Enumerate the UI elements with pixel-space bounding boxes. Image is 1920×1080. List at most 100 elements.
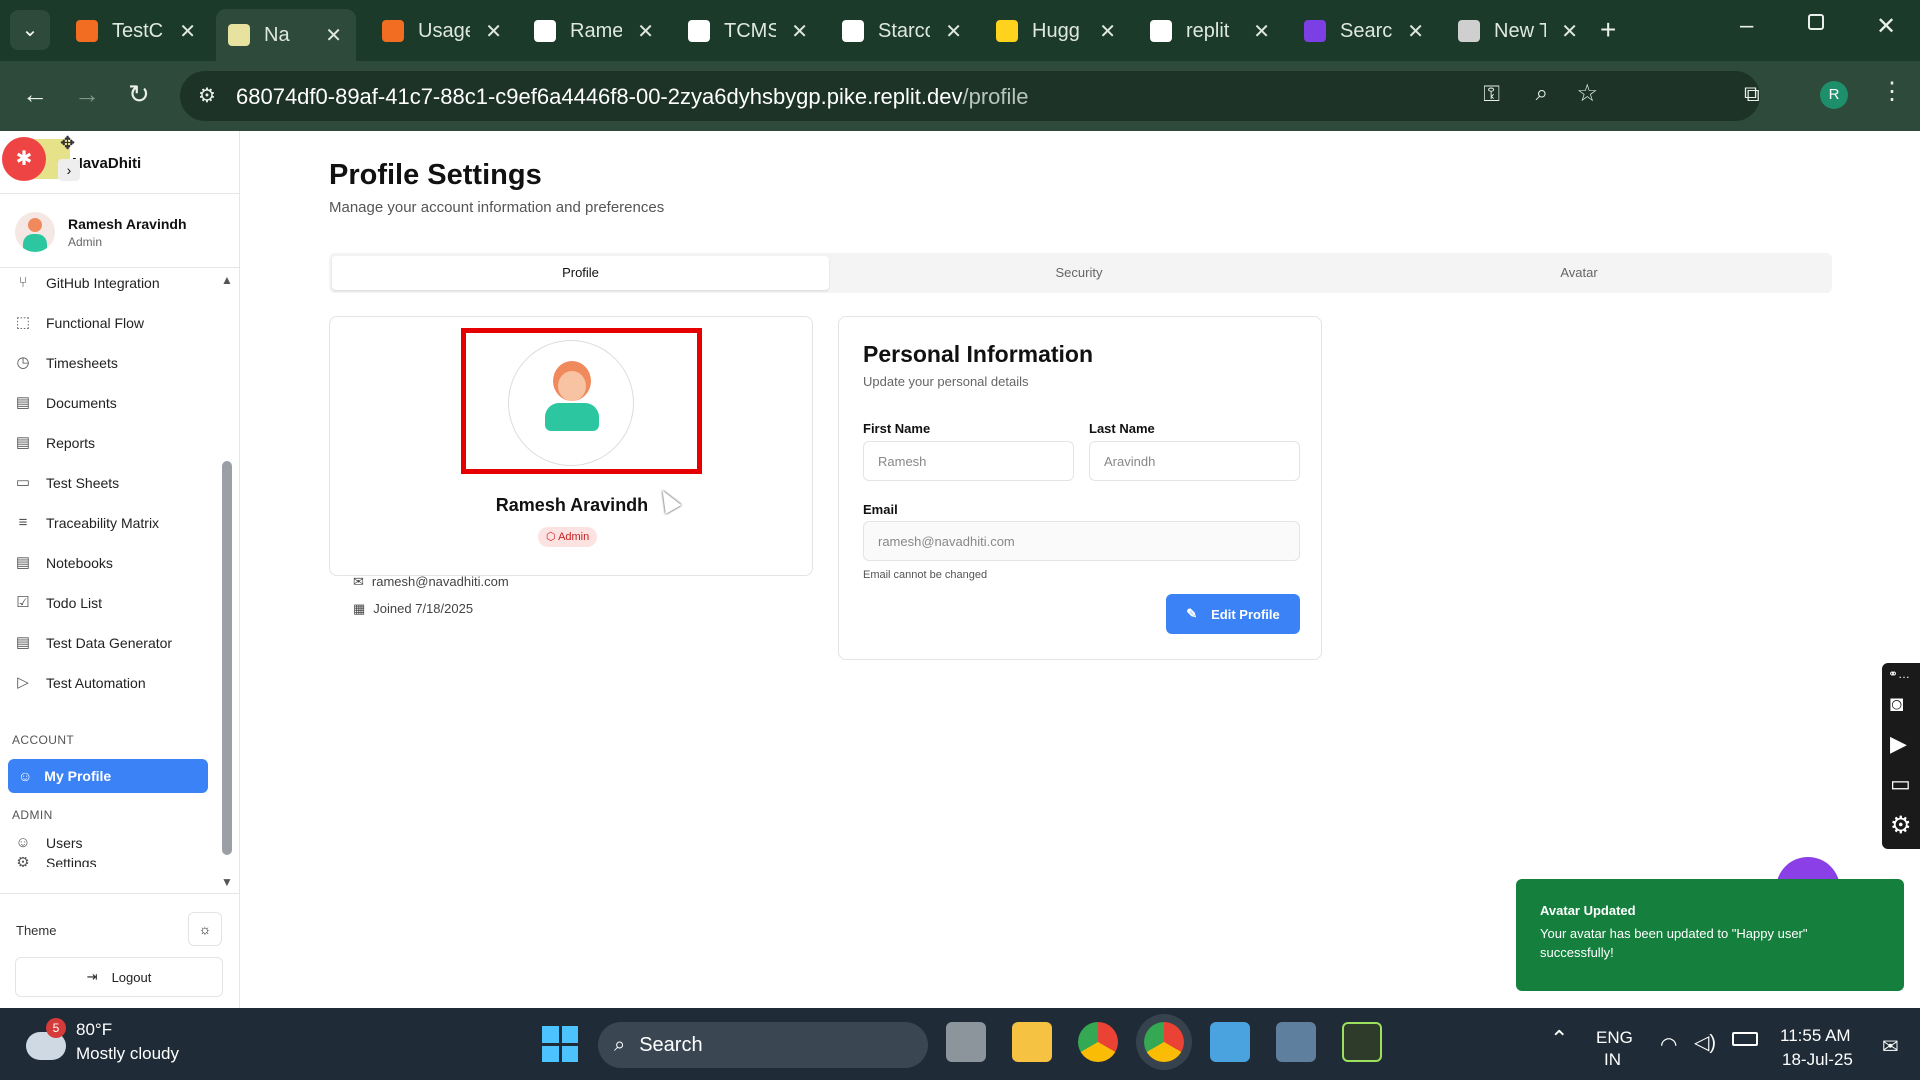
- edit-profile-button[interactable]: ✎ Edit Profile: [1166, 594, 1300, 634]
- clock-time[interactable]: 11:55 AM: [1780, 1026, 1851, 1046]
- new-tab-icon[interactable]: +: [1600, 14, 1616, 46]
- sidebar-item[interactable]: ≡ Traceability Matrix: [14, 507, 159, 539]
- capture-menu-icon[interactable]: ⚭…: [1888, 667, 1910, 681]
- first-name-field[interactable]: Ramesh: [863, 441, 1074, 481]
- close-tab-icon[interactable]: ✕: [1407, 19, 1424, 44]
- snipping-icon[interactable]: [1342, 1022, 1382, 1062]
- chrome-icon[interactable]: [1078, 1022, 1118, 1062]
- tab-profile[interactable]: Profile: [332, 256, 829, 290]
- sidebar-scrollbar-thumb[interactable]: [222, 461, 232, 855]
- profile-avatar[interactable]: R: [1820, 81, 1848, 109]
- start-button[interactable]: [542, 1026, 578, 1062]
- notification-icon[interactable]: ✉: [1882, 1034, 1899, 1059]
- close-tab-icon[interactable]: ✕: [1253, 19, 1270, 44]
- sidebar-item[interactable]: ▤ Reports: [14, 427, 95, 459]
- browser-tab[interactable]: Usage ✕: [370, 9, 516, 53]
- close-tab-icon[interactable]: ✕: [179, 19, 196, 44]
- minimize-icon[interactable]: –: [1740, 12, 1753, 40]
- close-tab-icon[interactable]: ✕: [1561, 19, 1578, 44]
- file-explorer-icon[interactable]: [1012, 1022, 1052, 1062]
- tab-avatar[interactable]: Avatar: [1329, 256, 1829, 290]
- site-info-icon[interactable]: ⚙: [198, 83, 216, 108]
- sidebar-item[interactable]: ▤ Notebooks: [14, 547, 113, 579]
- logout-label: Logout: [111, 969, 152, 985]
- sidebar-item[interactable]: ▤ Test Data Generator: [14, 627, 172, 659]
- tab-favicon-icon: [382, 20, 404, 42]
- language-line2[interactable]: IN: [1604, 1050, 1621, 1070]
- profile-email-text: ramesh@navadhiti.com: [371, 574, 509, 589]
- forward-icon[interactable]: →: [74, 79, 100, 110]
- window-capture-icon[interactable]: ▭: [1890, 771, 1911, 797]
- sidebar-item[interactable]: ⑂ GitHub Integration: [14, 267, 159, 299]
- password-key-icon[interactable]: ⚿: [1483, 81, 1500, 107]
- browser-tab-strip: ⌄ TestCa ✕ Na ✕ Usage ✕ Rame ✕ TCMS ✕ Starco ✕ Hugg ✕…: [0, 0, 1920, 61]
- sidebar-item-label: Notebooks: [46, 555, 113, 571]
- drag-move-icon[interactable]: ✥: [60, 133, 75, 154]
- logout-button[interactable]: ⇥ Logout: [15, 957, 223, 997]
- browser-tab[interactable]: TestCa ✕: [64, 9, 210, 53]
- browser-menu-icon[interactable]: ⋮: [1880, 77, 1904, 106]
- sidebar-item[interactable]: ☑ Todo List: [14, 587, 102, 619]
- close-window-icon[interactable]: ✕: [1876, 12, 1896, 41]
- sidebar-scroll-down-icon[interactable]: ▼: [221, 875, 233, 889]
- browser-tab[interactable]: TCMS ✕: [676, 9, 822, 53]
- capture-settings-icon[interactable]: ⚙: [1890, 811, 1912, 840]
- restore-icon[interactable]: [1808, 14, 1824, 30]
- tab-search-button[interactable]: ⌄: [10, 10, 50, 50]
- user-avatar[interactable]: [15, 212, 55, 252]
- close-tab-icon[interactable]: ✕: [325, 23, 342, 48]
- toast-message: Your avatar has been updated to "Happy u…: [1540, 926, 1808, 960]
- wifi-icon[interactable]: ◠: [1660, 1032, 1677, 1057]
- volume-icon[interactable]: ◁): [1694, 1030, 1716, 1055]
- chrome-active-icon[interactable]: [1144, 1022, 1184, 1062]
- bookmark-star-icon[interactable]: ☆: [1576, 79, 1598, 108]
- browser-tab[interactable]: New T ✕: [1446, 9, 1592, 53]
- zoom-icon[interactable]: ⌕: [1536, 80, 1548, 106]
- battery-icon[interactable]: [1732, 1032, 1758, 1046]
- users-icon: ☺: [15, 834, 31, 851]
- toast-notification[interactable]: Avatar Updated Your avatar has been upda…: [1516, 879, 1904, 991]
- tab-security[interactable]: Security: [829, 256, 1329, 290]
- language-line1[interactable]: ENG: [1596, 1028, 1633, 1048]
- sidebar-item-my-profile[interactable]: ☺ My Profile: [8, 759, 208, 793]
- url-text[interactable]: 68074df0-89af-41c7-88c1-c9ef6a4446f8-00-…: [236, 84, 1029, 110]
- sidebar-item-settings[interactable]: ⚙ Settings: [14, 857, 96, 867]
- sidebar-item[interactable]: ⬚ Functional Flow: [14, 307, 144, 339]
- reload-icon[interactable]: ↻: [128, 79, 150, 110]
- browser-tab[interactable]: Searc ✕: [1292, 9, 1438, 53]
- tab-favicon-icon: [76, 20, 98, 42]
- browser-tab[interactable]: Rame ✕: [522, 9, 668, 53]
- close-tab-icon[interactable]: ✕: [945, 19, 962, 44]
- taskbar-search[interactable]: ⌕ Search: [598, 1022, 928, 1068]
- extensions-icon[interactable]: ⧉: [1744, 81, 1760, 107]
- browser-tab[interactable]: replit ✕: [1138, 9, 1284, 53]
- task-view-icon[interactable]: [946, 1022, 986, 1062]
- back-icon[interactable]: ←: [22, 79, 48, 110]
- sidebar-item-label: Test Automation: [46, 675, 146, 691]
- app-icon[interactable]: [1276, 1022, 1316, 1062]
- browser-tab[interactable]: Starco ✕: [830, 9, 976, 53]
- browser-tab[interactable]: Na ✕: [216, 9, 356, 61]
- notepad-icon[interactable]: [1210, 1022, 1250, 1062]
- browser-tab[interactable]: Hugg ✕: [984, 9, 1130, 53]
- show-hidden-icons[interactable]: ⌃: [1550, 1026, 1568, 1052]
- sidebar-item[interactable]: ◷ Timesheets: [14, 347, 117, 379]
- close-tab-icon[interactable]: ✕: [637, 19, 654, 44]
- address-bar[interactable]: ⚙ 68074df0-89af-41c7-88c1-c9ef6a4446f8-0…: [180, 71, 1760, 121]
- sidebar-item[interactable]: ▭ Test Sheets: [14, 467, 119, 499]
- collapse-chevron-icon[interactable]: ›: [58, 159, 80, 181]
- profile-avatar-image[interactable]: [508, 340, 634, 466]
- last-name-field[interactable]: Aravindh: [1089, 441, 1300, 481]
- sidebar-item[interactable]: ▤ Documents: [14, 387, 117, 419]
- sidebar-item[interactable]: ▷ Test Automation: [14, 667, 146, 699]
- theme-toggle-button[interactable]: ☼: [188, 912, 222, 946]
- clock-date[interactable]: 18-Jul-25: [1782, 1050, 1853, 1070]
- debug-bug-button[interactable]: ✱: [2, 137, 46, 181]
- camera-icon[interactable]: ◙: [1890, 691, 1903, 717]
- sidebar-scroll-up-icon[interactable]: ▲: [221, 273, 233, 287]
- close-tab-icon[interactable]: ✕: [485, 19, 502, 44]
- sidebar-item-users[interactable]: ☺ Users: [14, 827, 82, 859]
- video-icon[interactable]: ▶: [1890, 731, 1907, 757]
- close-tab-icon[interactable]: ✕: [791, 19, 808, 44]
- close-tab-icon[interactable]: ✕: [1099, 19, 1116, 44]
